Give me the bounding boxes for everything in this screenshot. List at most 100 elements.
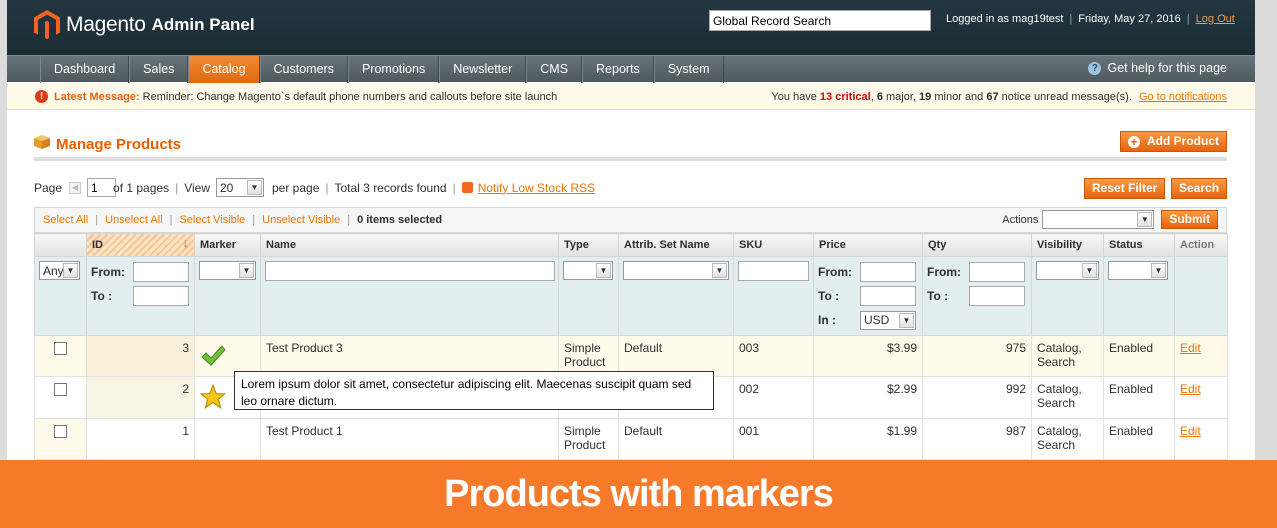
- column-header-status[interactable]: Status: [1103, 233, 1175, 257]
- filter-status-cell: ▼: [1103, 256, 1175, 336]
- row-checkbox[interactable]: [54, 383, 67, 396]
- marker-filter-select[interactable]: ▼: [199, 261, 256, 280]
- chevron-down-icon: ▼: [1137, 212, 1153, 227]
- notifications-summary: You have 13 critical, 6 major, 19 minor …: [771, 91, 1227, 103]
- name-filter-input[interactable]: [265, 261, 555, 281]
- logout-link[interactable]: Log Out: [1196, 13, 1235, 25]
- separator: |: [252, 214, 256, 226]
- cell-sku: 001: [733, 418, 814, 460]
- row-checkbox[interactable]: [54, 425, 67, 438]
- cell-attrib-set: Default: [618, 418, 734, 460]
- major-count: 6: [876, 91, 883, 103]
- column-header-visibility[interactable]: Visibility: [1031, 233, 1104, 257]
- logo-subtitle: Admin Panel: [151, 15, 255, 34]
- marker-tooltip: Lorem ipsum dolor sit amet, consectetur …: [234, 371, 714, 410]
- cell-visibility: Catalog, Search: [1031, 418, 1104, 460]
- nav-item-cms[interactable]: CMS: [526, 56, 583, 83]
- submit-button[interactable]: Submit: [1161, 210, 1218, 229]
- status-filter-select[interactable]: ▼: [1108, 261, 1168, 280]
- help-text: Get help for this page: [1107, 61, 1227, 75]
- visibility-filter-select[interactable]: ▼: [1036, 261, 1099, 280]
- nav-item-system[interactable]: System: [653, 56, 724, 83]
- notify-low-stock-rss-link[interactable]: Notify Low Stock RSS: [478, 181, 595, 195]
- column-header-id[interactable]: ID ↓: [86, 233, 195, 257]
- nav-item-promotions[interactable]: Promotions: [347, 56, 440, 83]
- currency-select[interactable]: USD ▼: [860, 310, 916, 330]
- column-header-sku[interactable]: SKU: [733, 233, 814, 257]
- column-header-qty[interactable]: Qty: [922, 233, 1032, 257]
- select-visible-link[interactable]: Select Visible: [179, 214, 245, 226]
- column-header-marker[interactable]: Marker: [194, 233, 261, 257]
- banner-text: Products with markers: [444, 472, 834, 515]
- nav-item-newsletter[interactable]: Newsletter: [439, 56, 527, 83]
- logged-in-text: Logged in as mag19test: [946, 13, 1064, 25]
- global-search-input[interactable]: [709, 10, 931, 31]
- qty-from-input[interactable]: [969, 262, 1025, 282]
- nav-item-catalog[interactable]: Catalog: [188, 56, 260, 83]
- separator: |: [1069, 13, 1073, 25]
- nav-item-reports[interactable]: Reports: [582, 56, 654, 83]
- select-all-link[interactable]: Select All: [43, 214, 88, 226]
- per-page-text: per page: [272, 180, 320, 195]
- attrib-set-filter-select[interactable]: ▼: [623, 261, 729, 280]
- page-number-input[interactable]: [87, 178, 117, 197]
- box-icon: [34, 135, 50, 149]
- row-checkbox[interactable]: [54, 342, 67, 355]
- go-to-notifications-link[interactable]: Go to notifications: [1139, 91, 1227, 103]
- nav-item-customers[interactable]: Customers: [259, 56, 348, 83]
- type-filter-select[interactable]: ▼: [563, 261, 613, 280]
- column-header-attrib-set[interactable]: Attrib. Set Name: [618, 233, 734, 257]
- nav-item-sales[interactable]: Sales: [129, 56, 189, 83]
- reset-filter-button[interactable]: Reset Filter: [1084, 178, 1166, 199]
- pager: Page ◀ of 1 pages | View 20 ▼ per page |…: [34, 178, 595, 197]
- cell-sku: 003: [733, 335, 814, 377]
- unselect-visible-link[interactable]: Unselect Visible: [262, 214, 340, 226]
- add-product-label: Add Product: [1147, 134, 1219, 148]
- help-link[interactable]: ? Get help for this page: [1088, 61, 1227, 75]
- of-pages-text: of 1 pages: [113, 180, 170, 195]
- nav-item-dashboard[interactable]: Dashboard: [40, 56, 130, 83]
- edit-link[interactable]: Edit: [1180, 341, 1201, 355]
- id-to-label: To :: [91, 289, 113, 303]
- magento-logo[interactable]: Magento Admin Panel: [34, 10, 255, 40]
- per-page-select[interactable]: 20 ▼: [216, 178, 264, 197]
- add-product-button[interactable]: + Add Product: [1120, 131, 1227, 152]
- alert-icon: !: [35, 90, 48, 103]
- select-any-value: Any: [43, 263, 64, 278]
- cell-price: $3.99: [813, 335, 923, 377]
- sku-filter-input[interactable]: [738, 261, 809, 281]
- currency-value: USD: [864, 313, 890, 327]
- edit-link[interactable]: Edit: [1180, 424, 1201, 438]
- id-to-input[interactable]: [133, 286, 189, 306]
- edit-link[interactable]: Edit: [1180, 382, 1201, 396]
- column-header-select: [34, 233, 87, 257]
- cell-status: Enabled: [1103, 376, 1175, 419]
- id-from-label: From:: [91, 265, 125, 279]
- view-label: View: [184, 180, 210, 195]
- column-header-type[interactable]: Type: [558, 233, 619, 257]
- help-icon: ?: [1088, 61, 1102, 75]
- price-to-input[interactable]: [860, 286, 916, 306]
- actions-label: Actions: [1002, 213, 1039, 226]
- price-from-input[interactable]: [860, 262, 916, 282]
- column-header-name[interactable]: Name: [260, 233, 559, 257]
- filter-price-cell: From: To : In : USD ▼: [813, 256, 923, 336]
- id-from-input[interactable]: [133, 262, 189, 282]
- prev-page-icon[interactable]: ◀: [69, 181, 82, 194]
- chevron-down-icon: ▼: [712, 263, 727, 278]
- select-any-filter[interactable]: Any ▼: [39, 261, 80, 280]
- column-header-price[interactable]: Price: [813, 233, 923, 257]
- actions-select[interactable]: ▼: [1042, 210, 1155, 229]
- latest-message-label: Latest Message:: [54, 91, 140, 103]
- caption-banner: Products with markers: [0, 460, 1277, 528]
- filter-qty-cell: From: To :: [922, 256, 1032, 336]
- products-grid: ID ↓ Marker Name Type Attrib. Set Name SK…: [34, 233, 1228, 460]
- you-have-text: You have: [771, 91, 817, 103]
- qty-to-input[interactable]: [969, 286, 1025, 306]
- search-button[interactable]: Search: [1171, 178, 1228, 199]
- table-row[interactable]: 1 Test Product 1 Simple Product Default …: [34, 418, 1228, 460]
- right-gutter: [1255, 0, 1277, 528]
- critical-count: 13 critical: [819, 91, 871, 103]
- cell-price: $2.99: [813, 376, 923, 419]
- unselect-all-link[interactable]: Unselect All: [105, 214, 162, 226]
